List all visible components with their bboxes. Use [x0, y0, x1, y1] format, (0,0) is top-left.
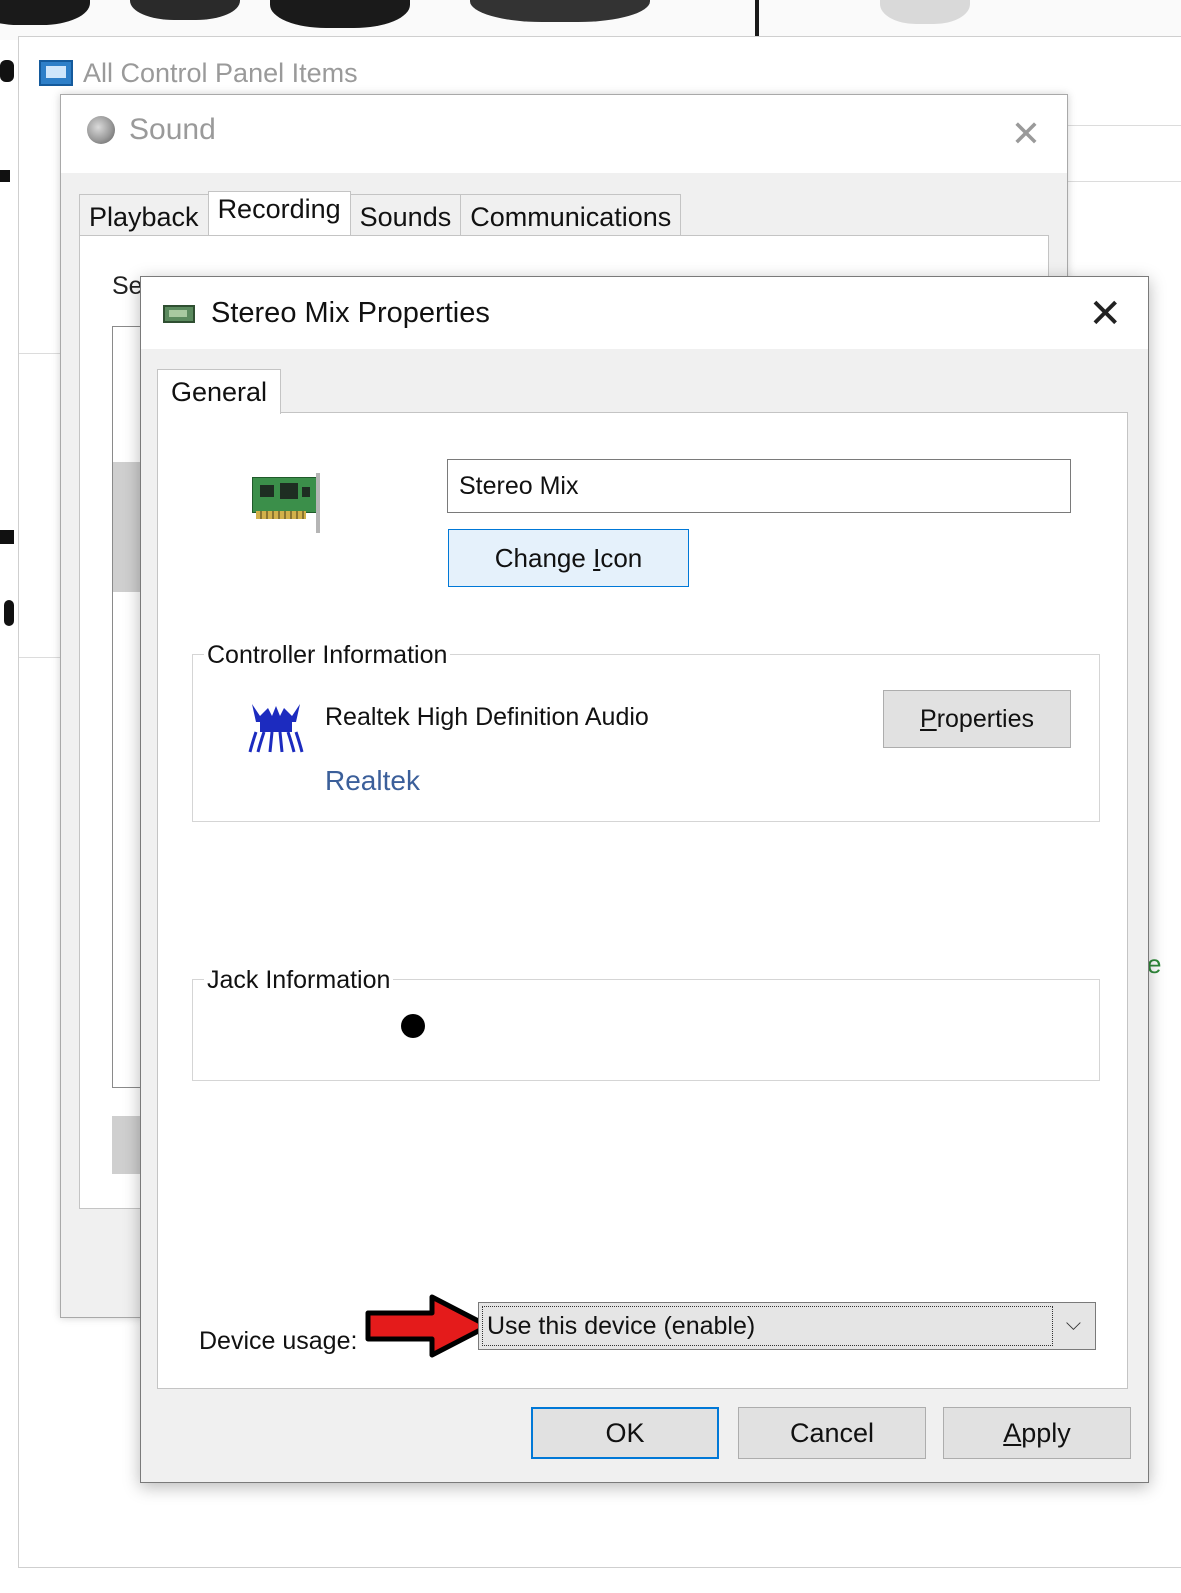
- control-panel-text-fragment: e: [1147, 949, 1162, 979]
- apply-button[interactable]: Apply: [943, 1407, 1131, 1459]
- background-edge-mark: [4, 600, 14, 626]
- sound-card-icon: [252, 473, 324, 533]
- sound-titlebar: Sound ✕: [61, 95, 1067, 173]
- general-tab-panel: Change Icon Controller Information Realt…: [157, 412, 1128, 1389]
- tab-sounds[interactable]: Sounds: [349, 194, 462, 236]
- tab-communications[interactable]: Communications: [460, 194, 682, 236]
- control-panel-title-text: All Control Panel Items: [83, 57, 358, 88]
- sound-card-chip: [302, 487, 310, 497]
- divider: [1067, 125, 1181, 126]
- properties-titlebar: Stereo Mix Properties ✕: [141, 277, 1148, 349]
- ok-button[interactable]: OK: [531, 1407, 719, 1459]
- controller-properties-button[interactable]: Properties: [883, 690, 1071, 748]
- sound-card-pins: [256, 511, 306, 519]
- background-edge-mark: [0, 170, 10, 182]
- sound-card-chip: [260, 485, 274, 497]
- divider: [19, 353, 61, 354]
- device-usage-select[interactable]: Use this device (enable) ⌵: [478, 1302, 1096, 1350]
- apply-button-accelerator: A: [1003, 1417, 1022, 1448]
- sound-title-text: Sound: [129, 113, 216, 146]
- jack-indicator-dot: [401, 1014, 425, 1038]
- device-name-input[interactable]: [447, 459, 1071, 513]
- controller-information-label: Controller Information: [204, 641, 451, 670]
- background-edge-mark: [0, 60, 14, 82]
- speaker-icon: [87, 116, 115, 144]
- cancel-button[interactable]: Cancel: [738, 1407, 926, 1459]
- stereo-mix-properties-dialog: Stereo Mix Properties ✕ General Change I…: [140, 276, 1149, 1483]
- properties-title: Stereo Mix Properties: [163, 297, 490, 330]
- controller-vendor-link[interactable]: Realtek: [325, 765, 420, 797]
- properties-button-accelerator: P: [920, 704, 937, 733]
- control-panel-title: All Control Panel Items: [39, 55, 358, 91]
- red-arrow-icon: [365, 1294, 491, 1358]
- device-usage-selected-value: Use this device (enable): [482, 1306, 1053, 1346]
- sound-title: Sound: [87, 113, 216, 147]
- change-icon-button-accelerator: I: [593, 542, 601, 573]
- background-edge-mark: [0, 530, 14, 544]
- change-icon-button[interactable]: Change Icon: [448, 529, 689, 587]
- tab-playback[interactable]: Playback: [79, 194, 209, 236]
- sound-tabs: Playback Recording Sounds Communications: [79, 191, 682, 236]
- properties-title-text: Stereo Mix Properties: [211, 297, 490, 329]
- sound-close-icon[interactable]: ✕: [1011, 113, 1041, 155]
- apply-button-label-post: pply: [1021, 1417, 1071, 1448]
- close-icon[interactable]: ✕: [1088, 291, 1122, 337]
- change-icon-button-label-pre: Change: [494, 542, 594, 573]
- tab-recording[interactable]: Recording: [207, 191, 351, 236]
- change-icon-button-label-post: con: [600, 542, 643, 573]
- chevron-down-icon[interactable]: ⌵: [1066, 1313, 1081, 1336]
- sound-card-icon: [163, 304, 195, 323]
- realtek-logo-icon: [248, 704, 304, 753]
- device-usage-label: Device usage:: [199, 1327, 358, 1355]
- sound-card-chip: [280, 483, 298, 499]
- sound-instruction-text: Se: [112, 272, 143, 300]
- divider: [1067, 181, 1181, 182]
- tab-general[interactable]: General: [157, 369, 282, 414]
- properties-button-label-post: roperties: [936, 704, 1034, 733]
- divider: [19, 657, 61, 658]
- background-photo: [0, 0, 1181, 40]
- controller-name: Realtek High Definition Audio: [325, 703, 649, 731]
- sound-card-bracket: [316, 473, 320, 533]
- jack-information-label: Jack Information: [204, 966, 394, 995]
- control-panel-icon: [39, 60, 73, 86]
